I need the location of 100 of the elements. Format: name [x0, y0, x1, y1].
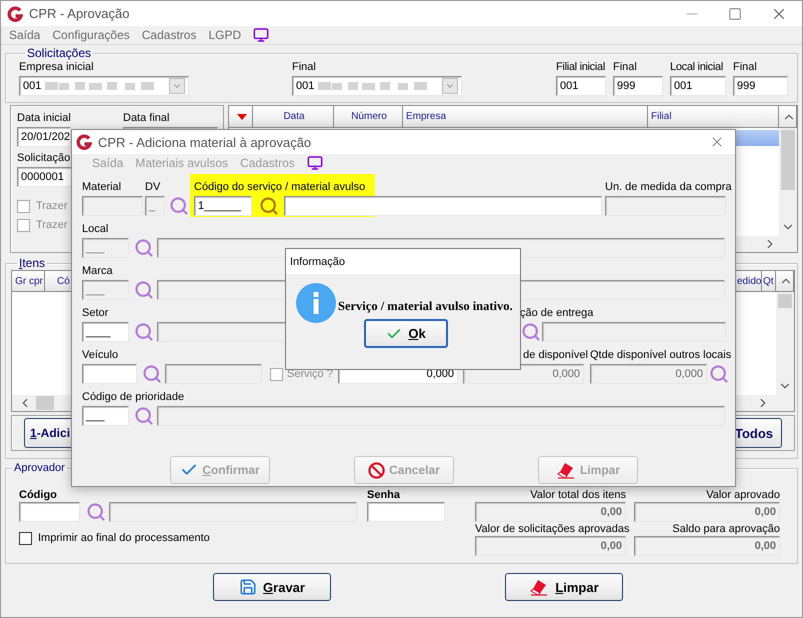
input-field [82, 196, 143, 216]
field-label: Qtde disponível outros locais [590, 348, 732, 362]
dialog-title: Informação [290, 254, 346, 268]
field-label: Filial inicial [556, 60, 605, 74]
field-label: Un. de medida da compra [605, 180, 732, 194]
vertical-scrollbar[interactable] [776, 292, 794, 395]
input-field: _ [145, 196, 165, 216]
field-label: Local inicial [670, 60, 723, 74]
checkbox[interactable] [17, 218, 30, 232]
input-field[interactable] [542, 322, 726, 342]
field-label: Valor aprovado [706, 488, 780, 502]
field-label: Saldo para aprovação [672, 522, 780, 536]
eraser-icon [556, 461, 576, 479]
search-icon[interactable] [169, 196, 189, 216]
combo-box[interactable]: 001 [19, 76, 190, 96]
input-field: 0,000 [590, 364, 707, 384]
input-field[interactable]: 1______ [194, 196, 252, 216]
checkbox[interactable] [270, 368, 283, 380]
column-header[interactable]: Qt [762, 271, 776, 292]
info-icon [296, 283, 336, 323]
field-label: Final [292, 60, 316, 74]
checkbox-label: Trazer [36, 199, 68, 213]
date-field[interactable]: 20/01/202 [17, 127, 71, 147]
group-title: Aprovador [13, 462, 66, 475]
field-label: DV [145, 180, 160, 194]
value-field: 0,00 [475, 536, 626, 556]
input-field[interactable] [284, 196, 602, 216]
search-icon[interactable] [86, 502, 106, 522]
combo-box[interactable]: 001 [292, 76, 462, 96]
field-label: Valor total dos itens [530, 488, 626, 502]
scrollbar-thumb[interactable] [36, 396, 54, 410]
field-label: Final [613, 60, 637, 74]
value-field: 0,00 [475, 502, 626, 522]
field-label: Código [19, 488, 57, 502]
search-icon[interactable] [709, 364, 729, 384]
field-label: Senha [367, 488, 400, 502]
checkbox-label: Imprimir ao final do processamento [38, 531, 210, 545]
menu-item[interactable]: Cadastros [142, 28, 196, 42]
input-field: ___ [82, 280, 129, 300]
input-field[interactable] [82, 364, 137, 384]
logo-icon [7, 6, 23, 22]
menu-item[interactable]: LGPD [208, 28, 242, 42]
input-field: ___ [82, 238, 129, 258]
checkbox[interactable] [17, 200, 30, 212]
dropdown-button[interactable] [169, 78, 186, 94]
field-label: Data final [123, 111, 170, 125]
value-field: 0,00 [634, 502, 780, 522]
input-field[interactable]: 001 [556, 76, 606, 96]
window-title: CPR - Aprovação [29, 6, 130, 21]
search-icon[interactable] [142, 364, 162, 384]
field-label: Código do serviço / material avulso [194, 180, 366, 194]
monitor-icon[interactable] [306, 155, 323, 171]
input-field[interactable]: 001 [670, 76, 726, 96]
password-field[interactable] [367, 502, 445, 522]
field-label: Solicitação [17, 151, 70, 165]
input-field[interactable]: 999 [733, 76, 788, 96]
save-icon [239, 578, 258, 596]
input-field[interactable]: ____ [82, 322, 129, 342]
field-label: Local [82, 222, 108, 236]
input-field[interactable] [19, 502, 80, 522]
menu-item[interactable]: Saída [9, 28, 40, 42]
field-label: Data inicial [17, 111, 71, 125]
message-text: Serviço / material avulso inativo. [338, 299, 513, 315]
field-label: Valor de solicitações aprovadas [475, 522, 630, 536]
menu-item[interactable]: Configurações [52, 28, 130, 42]
clear-button[interactable]: Limpar [505, 573, 623, 601]
vertical-scrollbar[interactable] [779, 128, 797, 236]
field-label: ção de entrega [520, 306, 594, 320]
field-label: de disponível [523, 348, 588, 362]
checkbox[interactable] [19, 532, 32, 544]
ok-button[interactable]: Ok [364, 319, 448, 348]
column-header[interactable]: Filial [648, 106, 779, 128]
monitor-icon[interactable] [253, 27, 270, 43]
column-header[interactable]: Gr cpr [12, 271, 45, 292]
dialog-title: CPR - Adiciona material à aprovação [98, 134, 312, 150]
search-icon[interactable] [134, 406, 154, 426]
group-title: Itens [18, 257, 46, 270]
group-title: Solicitações [26, 47, 92, 60]
sort-arrow-icon[interactable] [236, 114, 246, 120]
field-label: Final [733, 60, 757, 74]
save-button[interactable]: Gravar [213, 573, 331, 601]
search-icon[interactable] [134, 280, 154, 300]
cancel-icon [368, 462, 386, 478]
search-icon[interactable] [521, 322, 541, 342]
scrollbar-thumb[interactable] [778, 294, 792, 308]
field-label: Código de prioridade [82, 390, 184, 404]
search-icon[interactable] [134, 238, 154, 258]
eraser-icon [529, 578, 550, 596]
column-header[interactable]: Número [334, 106, 403, 128]
column-header[interactable]: Empresa [403, 106, 648, 128]
maximize-icon[interactable] [728, 6, 742, 20]
search-icon[interactable] [259, 196, 279, 216]
dropdown-button[interactable] [442, 78, 458, 94]
input-field[interactable]: ___ [82, 406, 129, 426]
input-field[interactable]: 999 [613, 76, 663, 96]
scrollbar-thumb[interactable] [781, 130, 795, 190]
value-field: 0,00 [634, 536, 780, 556]
search-icon[interactable] [134, 322, 154, 342]
field-label: Marca [82, 264, 113, 278]
column-header[interactable]: Data [253, 106, 334, 128]
